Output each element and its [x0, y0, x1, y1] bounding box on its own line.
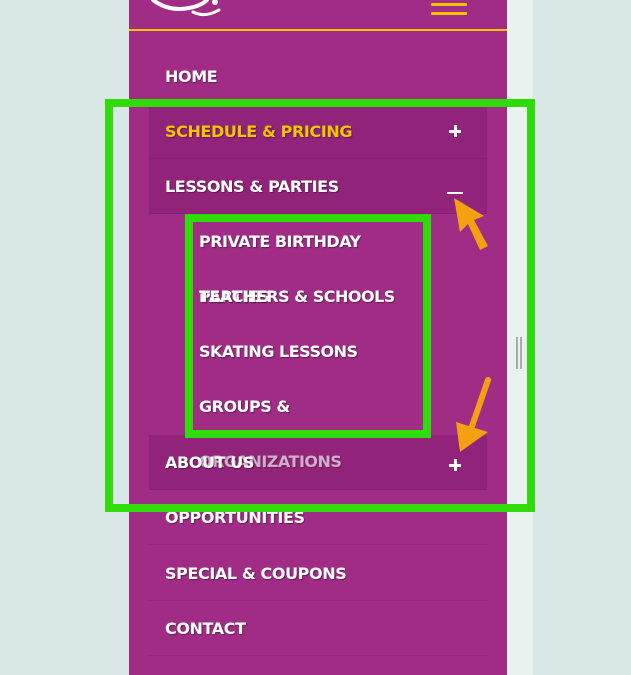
arrow-icon	[456, 377, 491, 452]
menu-item-contact[interactable]: CONTACT	[149, 601, 487, 656]
menu-item-opportunities[interactable]: OPPORTUNITIES	[149, 490, 487, 545]
menu-item-label: SPECIAL & COUPONS	[165, 564, 347, 583]
skate-logo-icon[interactable]	[149, 0, 231, 20]
menu-item-lessons-parties[interactable]: LESSONS & PARTIES	[149, 159, 487, 214]
submenu-item-skating-lessons[interactable]: SKATING LESSONS	[199, 324, 429, 379]
scrollbar-handle[interactable]	[516, 337, 522, 369]
mobile-nav-panel: HOME SCHEDULE & PRICING LESSONS & PARTIE…	[129, 0, 507, 675]
submenu-item-groups-organizations[interactable]: GROUPS & ORGANIZATIONS	[199, 379, 429, 471]
plus-icon[interactable]	[445, 121, 465, 141]
hamburger-icon[interactable]	[431, 0, 467, 20]
menu-item-label: CONTACT	[165, 619, 246, 638]
menu-item-label: ABOUT US	[165, 453, 254, 472]
menu-item-special-coupons[interactable]: SPECIAL & COUPONS	[149, 546, 487, 601]
submenu-item-label: TEACHERS & SCHOOLS	[199, 287, 395, 306]
submenu-item-teachers-schools[interactable]: TEACHERS & SCHOOLS	[199, 269, 429, 324]
nav-header	[129, 0, 507, 31]
menu-item-label: OPPORTUNITIES	[165, 508, 305, 527]
submenu-item-label: SKATING LESSONS	[199, 342, 358, 361]
menu-item-label: HOME	[165, 67, 218, 86]
minus-icon[interactable]	[445, 176, 465, 196]
menu-item-label: LESSONS & PARTIES	[165, 177, 339, 196]
menu-item-schedule-pricing[interactable]: SCHEDULE & PRICING	[149, 104, 487, 159]
menu-item-home[interactable]: HOME	[149, 49, 487, 104]
menu-item-label: SCHEDULE & PRICING	[165, 122, 353, 141]
arrow-icon	[454, 198, 488, 250]
submenu-item-private-birthday-parties[interactable]: PRIVATE BIRTHDAY PARTIES	[199, 214, 429, 306]
menu-item-about-us[interactable]: ABOUT US	[149, 435, 487, 490]
plus-icon[interactable]	[445, 455, 465, 475]
